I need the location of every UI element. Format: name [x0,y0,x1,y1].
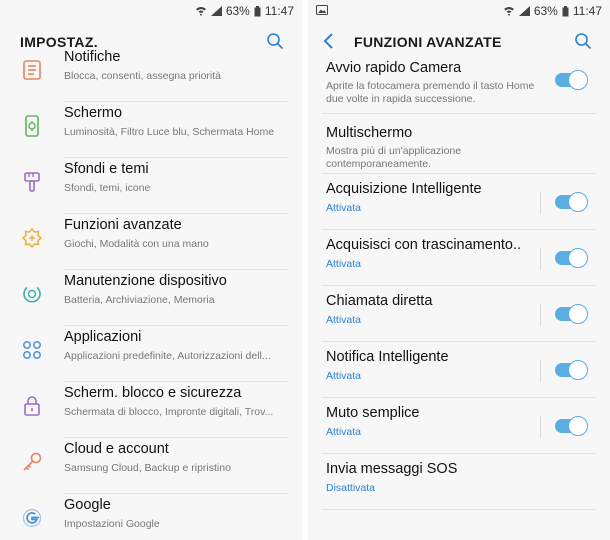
item-title: Muto semplice [326,405,420,421]
item-title: Acquisizione Intelligente [326,181,482,197]
settings-item-notifiche[interactable]: Notifiche Blocca, consenti, assegna prio… [0,46,302,102]
item-title: Chiamata diretta [326,293,433,309]
status-bar: 63% 11:47 [0,0,302,22]
battery-level: 63% [533,4,558,18]
advanced-features-list: Avvio rapido Camera Aprite la fotocamera… [308,56,610,512]
toggle-switch[interactable] [555,416,588,436]
battery-icon [254,5,261,17]
item-subtitle: Batteria, Archiviazione, Memoria [64,294,215,306]
feature-acquisisci-trascinamento[interactable]: Acquisisci con trascinamento.. Attivata [308,230,610,286]
battery-icon [562,5,569,17]
settings-item-manutenzione[interactable]: Manutenzione dispositivo Batteria, Archi… [0,270,302,326]
item-title: Schermo [64,105,123,121]
feature-invia-messaggi-sos[interactable]: Invia messaggi SOS Disattivata [308,454,610,510]
item-subtitle: Mostra più di un'applicazione contempora… [326,145,462,170]
screen: 63% 11:47 IMPOSTAZ. Notifiche Blocca, co… [0,0,610,540]
notifications-icon [20,58,44,82]
toggle-switch[interactable] [555,304,588,324]
wifi-icon [503,6,515,16]
signal-icon [518,6,530,16]
page-title: FUNZIONI AVANZATE [354,34,502,50]
paintbrush-icon [20,170,44,194]
feature-muto-semplice[interactable]: Muto semplice Attivata [308,398,610,454]
settings-item-cloud-account[interactable]: Cloud e account Samsung Cloud, Backup e … [0,438,302,494]
apps-icon [20,338,44,362]
clock: 11:47 [264,4,294,18]
item-title: Avvio rapido Camera [326,60,462,76]
display-icon [20,114,44,138]
advanced-features-icon [20,226,44,250]
feature-notifica-intelligente[interactable]: Notifica Intelligente Attivata [308,342,610,398]
wifi-icon [195,6,207,16]
item-subtitle: Applicazioni predefinite, Autorizzazioni… [64,350,271,362]
battery-level: 63% [225,4,250,18]
clock: 11:47 [572,4,602,18]
settings-item-schermo[interactable]: Schermo Luminosità, Filtro Luce blu, Sch… [0,102,302,158]
item-status: Attivata [326,258,362,270]
lock-icon [20,394,44,418]
settings-item-blocco-sicurezza[interactable]: Scherm. blocco e sicurezza Schermata di … [0,382,302,438]
item-status: Disattivata [326,482,376,494]
item-subtitle: Sfondi, temi, icone [64,182,151,194]
item-title: Notifiche [64,49,121,65]
separator [540,416,541,438]
item-subtitle: Impostazioni Google [64,518,160,530]
item-status: Attivata [326,314,362,326]
settings-item-google[interactable]: Google Impostazioni Google [0,494,302,540]
feature-avvio-rapido-camera[interactable]: Avvio rapido Camera Aprite la fotocamera… [308,54,610,114]
gallery-notification-icon [316,4,328,18]
item-title: Sfondi e temi [64,161,149,177]
item-title: Cloud e account [64,441,169,457]
toggle-switch[interactable] [555,248,588,268]
toggle-switch[interactable] [555,360,588,380]
google-icon [20,506,44,530]
separator [540,192,541,214]
feature-multischermo[interactable]: Multischermo Mostra più di un'applicazio… [308,114,610,174]
item-status: Attivata [326,426,362,438]
item-title: Manutenzione dispositivo [64,273,227,289]
item-title: Notifica Intelligente [326,349,449,365]
item-title: Scherm. blocco e sicurezza [64,385,242,401]
settings-item-funzioni-avanzate[interactable]: Funzioni avanzate Giochi, Modalità con u… [0,214,302,270]
item-title: Funzioni avanzate [64,217,182,233]
item-status: Attivata [326,202,362,214]
search-icon[interactable] [574,32,592,55]
item-title: Acquisisci con trascinamento.. [326,237,522,253]
feature-chiamata-diretta[interactable]: Chiamata diretta Attivata [308,286,610,342]
separator [540,304,541,326]
settings-item-applicazioni[interactable]: Applicazioni Applicazioni predefinite, A… [0,326,302,382]
item-subtitle: Blocca, consenti, assegna priorità [64,70,222,82]
status-icons: 63% 11:47 [503,4,602,18]
item-title: Google [64,497,111,513]
item-title: Invia messaggi SOS [326,461,458,477]
item-title: Applicazioni [64,329,142,345]
item-title: Multischermo [326,125,413,141]
advanced-features-panel: 63% 11:47 FUNZIONI AVANZATE Avvio rapido… [308,0,610,540]
maintenance-icon [20,282,44,306]
item-subtitle: Giochi, Modalità con una mano [64,238,209,250]
item-subtitle: Samsung Cloud, Backup e ripristino [64,462,231,474]
separator [540,248,541,270]
item-subtitle: Aprite la fotocamera premendo il tasto H… [326,80,535,105]
settings-list: Notifiche Blocca, consenti, assegna prio… [0,49,302,540]
divider [322,509,596,510]
key-icon [20,450,44,474]
toggle-switch[interactable] [555,70,588,90]
settings-item-sfondi-temi[interactable]: Sfondi e temi Sfondi, temi, icone [0,158,302,214]
separator [540,360,541,382]
signal-icon [210,6,222,16]
feature-acquisizione-intelligente[interactable]: Acquisizione Intelligente Attivata [308,174,610,230]
settings-panel: 63% 11:47 IMPOSTAZ. Notifiche Blocca, co… [0,0,302,540]
status-icons: 63% 11:47 [195,4,294,18]
status-bar: 63% 11:47 [308,0,610,22]
item-subtitle: Luminosità, Filtro Luce blu, Schermata H… [64,126,275,138]
item-status: Attivata [326,370,362,382]
toggle-switch[interactable] [555,192,588,212]
back-arrow-icon[interactable] [322,32,336,55]
item-subtitle: Schermata di blocco, Impronte digitali, … [64,406,274,418]
